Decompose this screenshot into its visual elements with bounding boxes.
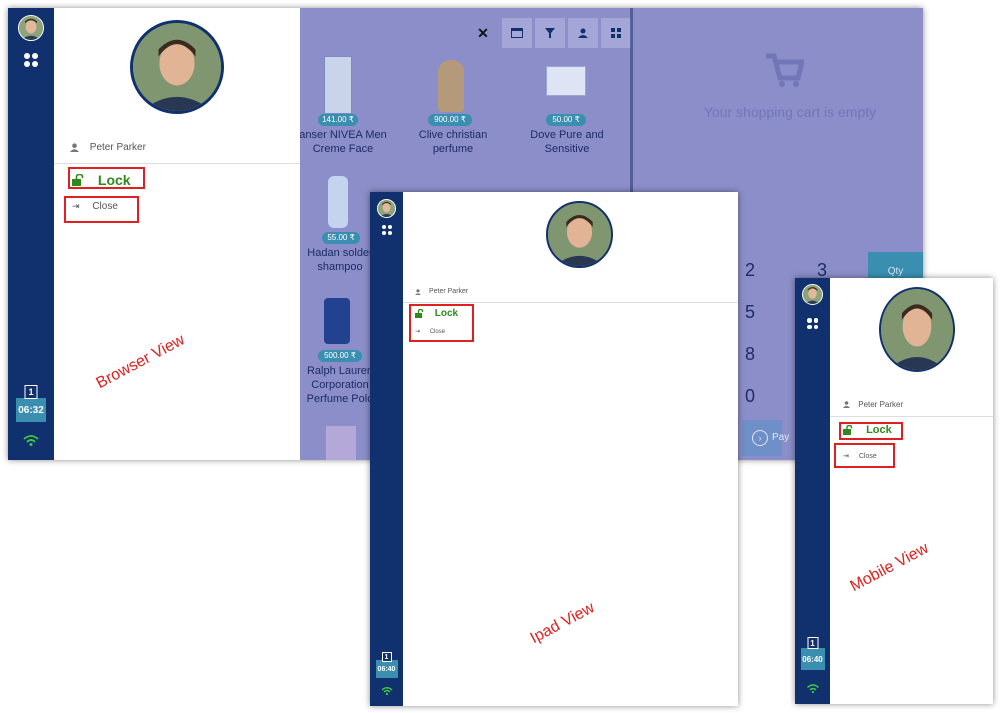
close-highlight: [64, 196, 139, 223]
product-card[interactable]: 141.00 ₹ anser NIVEA Men Creme Face: [298, 52, 408, 162]
profile-divider: [54, 163, 300, 164]
apps-grid-icon[interactable]: [382, 225, 392, 235]
product-card[interactable]: 50.00 ₹ Dove Pure and Sensitive: [518, 52, 628, 162]
product-image: [324, 56, 352, 114]
profile-avatar: [879, 287, 955, 372]
user-row: Peter Parker: [415, 288, 468, 295]
filter-icon: [545, 28, 555, 38]
toolbar-calendar-button[interactable]: [502, 18, 532, 48]
sidebar-avatar[interactable]: [377, 199, 396, 218]
sidebar: 06:40 1: [370, 192, 403, 706]
clock-time: 06:40: [802, 655, 823, 664]
mobile-view-frame: 06:40 1 Peter Parker Lock ⇥ Close: [795, 278, 993, 704]
session-number: 1: [807, 637, 818, 649]
wifi-icon: [806, 684, 819, 693]
sidebar-avatar[interactable]: [18, 15, 44, 41]
session-clock: 06:32: [16, 398, 46, 422]
user-icon: [843, 401, 850, 409]
user-icon: [70, 143, 79, 152]
user-name: Peter Parker: [858, 400, 904, 410]
product-image: [438, 60, 464, 112]
wifi-icon: [23, 435, 39, 446]
lock-highlight: [68, 167, 145, 189]
price-badge: 55.00 ₹: [322, 232, 360, 244]
toolbar-close-button[interactable]: ✕: [473, 18, 493, 48]
product-name: Clive christian perfume: [418, 129, 488, 155]
user-row: Peter Parker: [70, 142, 146, 153]
clock-time: 06:40: [377, 666, 396, 673]
pay-button[interactable]: › Pay: [742, 420, 789, 456]
price-badge: 900.00 ₹: [428, 114, 472, 126]
profile-avatar: [130, 20, 224, 114]
user-name: Peter Parker: [428, 288, 469, 295]
session-clock: 06:40: [375, 660, 398, 678]
profile-divider: [403, 302, 738, 303]
user-icon: [578, 28, 588, 38]
user-icon: [415, 288, 421, 295]
close-icon: ✕: [477, 24, 489, 41]
profile-panel: Peter Parker Lock ⇥ Close: [54, 8, 300, 460]
pay-label: Pay: [772, 432, 790, 443]
profile-avatar: [546, 201, 613, 268]
apps-grid-icon[interactable]: [24, 53, 38, 67]
lock-highlight: [839, 422, 903, 440]
product-image: [546, 66, 586, 96]
user-row: Peter Parker: [843, 400, 903, 409]
sidebar: 06:32 1: [8, 8, 54, 460]
session-clock: 06:40: [800, 648, 825, 670]
product-name: Dove Pure and Sensitive: [530, 129, 604, 155]
apps-grid-icon[interactable]: [807, 318, 818, 329]
toolbar-filter-button[interactable]: [535, 18, 565, 48]
sidebar: 06:40 1: [795, 278, 830, 704]
close-highlight: [834, 443, 895, 468]
product-image: [328, 176, 348, 228]
product-card[interactable]: 900.00 ₹ Clive christian perfume: [408, 52, 518, 162]
product-name: anser NIVEA Men Creme Face: [299, 129, 387, 155]
profile-divider: [830, 416, 993, 417]
toolbar-grid-button[interactable]: [601, 18, 631, 48]
price-badge: 141.00 ₹: [318, 114, 358, 126]
toolbar-user-button[interactable]: [568, 18, 598, 48]
wifi-icon: [380, 687, 393, 695]
clock-time: 06:32: [18, 405, 44, 416]
product-card[interactable]: [326, 426, 356, 460]
session-number: 1: [24, 385, 38, 399]
calendar-icon: [511, 28, 523, 38]
sidebar-avatar[interactable]: [802, 284, 823, 305]
user-name: Peter Parker: [89, 142, 146, 153]
session-number: 1: [381, 652, 392, 662]
grid-icon: [611, 28, 621, 38]
lock-highlight: [409, 304, 474, 342]
arrow-right-icon: ›: [752, 430, 768, 446]
qty-label: Qty: [887, 266, 904, 277]
price-badge: 50.00 ₹: [546, 114, 586, 126]
price-badge: 500.00 ₹: [318, 350, 362, 362]
cart-empty-message: Your shopping cart is empty: [703, 104, 877, 120]
cart-icon: [766, 53, 804, 87]
profile-panel: Peter Parker Lock ⇥ Close: [830, 278, 993, 704]
product-image: [324, 298, 350, 344]
